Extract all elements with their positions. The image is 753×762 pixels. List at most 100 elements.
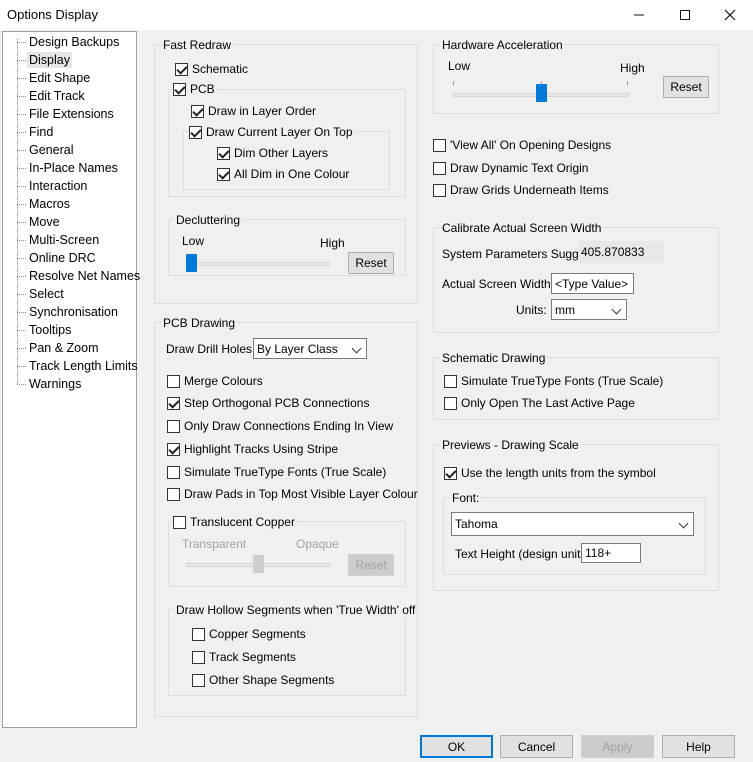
checkbox-box[interactable] <box>173 515 186 529</box>
tree-item[interactable]: Synchronisation <box>17 303 120 321</box>
highlight-tracks-checkbox[interactable]: Highlight Tracks Using Stripe <box>167 442 338 456</box>
drill-holes-value: By Layer Class <box>257 341 338 356</box>
checkbox-box[interactable] <box>192 650 205 664</box>
checkbox-box[interactable] <box>167 442 180 456</box>
tree-connector <box>17 167 26 169</box>
draw-pads-checkbox[interactable]: Draw Pads in Top Most Visible Layer Colo… <box>167 487 418 501</box>
checkbox-label: Simulate TrueType Fonts (True Scale) <box>461 374 664 388</box>
checkbox-box[interactable] <box>192 627 205 641</box>
merge-colours-checkbox[interactable]: Merge Colours <box>167 374 263 388</box>
tree-item[interactable]: Pan & Zoom <box>17 339 100 357</box>
copper-segments-checkbox[interactable]: Copper Segments <box>192 627 306 641</box>
tree-item[interactable]: Display <box>17 51 72 69</box>
tree-item[interactable]: Edit Shape <box>17 69 92 87</box>
tree-item-label: File Extensions <box>29 107 114 121</box>
tree-item[interactable]: General <box>17 141 75 159</box>
checkbox-label: Schematic <box>192 62 249 76</box>
checkbox-box[interactable] <box>433 183 446 197</box>
tree-item[interactable]: Online DRC <box>17 249 98 267</box>
track-segments-checkbox[interactable]: Track Segments <box>192 650 296 664</box>
tree-item[interactable]: Interaction <box>17 177 89 195</box>
tree-item-label: Online DRC <box>29 251 96 265</box>
text-height-value: 118+ <box>585 546 612 560</box>
tree-item[interactable]: Macros <box>17 195 72 213</box>
decluttering-slider-thumb[interactable] <box>186 254 197 272</box>
only-open-last-page-checkbox[interactable]: Only Open The Last Active Page <box>444 396 635 410</box>
checkbox-box[interactable] <box>444 374 457 388</box>
units-value: mm <box>555 302 575 317</box>
checkbox-label: Step Orthogonal PCB Connections <box>184 396 370 410</box>
tree-connector <box>17 131 26 133</box>
tree-item[interactable]: Track Length Limits <box>17 357 140 375</box>
fast-redraw-title: Fast Redraw <box>161 38 234 52</box>
font-select[interactable]: Tahoma <box>451 512 694 536</box>
only-draw-connections-checkbox[interactable]: Only Draw Connections Ending In View <box>167 419 393 433</box>
step-orthogonal-checkbox[interactable]: Step Orthogonal PCB Connections <box>167 396 369 410</box>
checkbox-box[interactable] <box>167 419 180 433</box>
checkbox-box[interactable] <box>175 62 188 76</box>
checkbox-box[interactable] <box>433 161 446 175</box>
use-length-units-checkbox[interactable]: Use the length units from the symbol <box>444 466 656 480</box>
translucent-copper-checkbox[interactable]: Translucent Copper <box>173 515 297 529</box>
checkbox-box[interactable] <box>167 487 180 501</box>
text-height-input[interactable]: 118+ <box>581 543 641 563</box>
tree-item[interactable]: Edit Track <box>17 87 87 105</box>
checkbox-box[interactable] <box>173 82 186 96</box>
dynamic-text-origin-checkbox[interactable]: Draw Dynamic Text Origin <box>433 161 588 175</box>
schematic-checkbox[interactable]: Schematic <box>175 62 248 76</box>
checkbox-box[interactable] <box>444 396 457 410</box>
hardware-slider-thumb[interactable] <box>536 84 547 102</box>
checkbox-box[interactable] <box>433 138 446 152</box>
hardware-reset-button[interactable]: Reset <box>663 76 709 98</box>
tree-connector <box>17 347 26 349</box>
tree-item-label: Edit Track <box>29 89 85 103</box>
actual-width-input[interactable]: <Type Value> <box>551 273 634 294</box>
units-label: Units: <box>516 303 547 317</box>
help-button[interactable]: Help <box>662 735 735 758</box>
ok-button[interactable]: OK <box>420 735 493 758</box>
tree-item[interactable]: Move <box>17 213 62 231</box>
units-select[interactable]: mm <box>551 299 627 320</box>
dim-other-layers-checkbox[interactable]: Dim Other Layers <box>217 146 328 160</box>
decluttering-reset-button[interactable]: Reset <box>348 252 394 274</box>
tree-connector <box>17 95 26 97</box>
checkbox-box[interactable] <box>167 374 180 388</box>
decluttering-slider-track[interactable] <box>186 262 330 266</box>
draw-current-layer-checkbox[interactable]: Draw Current Layer On Top <box>189 125 355 139</box>
checkbox-box[interactable] <box>217 167 230 181</box>
checkbox-box[interactable] <box>191 104 204 118</box>
tree-item[interactable]: Design Backups <box>17 33 121 51</box>
tree-item[interactable]: Resolve Net Names <box>17 267 142 285</box>
checkbox-box[interactable] <box>444 466 457 480</box>
simulate-truetype-sch-checkbox[interactable]: Simulate TrueType Fonts (True Scale) <box>444 374 663 388</box>
view-all-checkbox[interactable]: 'View All' On Opening Designs <box>433 138 611 152</box>
close-button[interactable] <box>707 0 753 30</box>
minimize-button[interactable] <box>616 0 662 30</box>
checkbox-box[interactable] <box>217 146 230 160</box>
checkbox-box[interactable] <box>167 396 180 410</box>
all-dim-one-colour-checkbox[interactable]: All Dim in One Colour <box>217 167 349 181</box>
minimize-icon <box>634 14 644 16</box>
maximize-button[interactable] <box>662 0 708 30</box>
cancel-button[interactable]: Cancel <box>500 735 573 758</box>
checkbox-label: Draw in Layer Order <box>208 104 317 118</box>
tree-item[interactable]: Warnings <box>17 375 83 393</box>
tree-item[interactable]: File Extensions <box>17 105 116 123</box>
tree-item[interactable]: In-Place Names <box>17 159 120 177</box>
simulate-truetype-pcb-checkbox[interactable]: Simulate TrueType Fonts (True Scale) <box>167 465 386 479</box>
tree-item[interactable]: Multi-Screen <box>17 231 101 249</box>
tree-item[interactable]: Tooltips <box>17 321 73 339</box>
draw-in-layer-order-checkbox[interactable]: Draw in Layer Order <box>191 104 316 118</box>
tree-item[interactable]: Select <box>17 285 66 303</box>
tree-connector <box>17 41 26 43</box>
checkbox-box[interactable] <box>192 673 205 687</box>
other-shape-segments-checkbox[interactable]: Other Shape Segments <box>192 673 334 687</box>
options-tree[interactable]: Design Backups Display Edit Shape Edit Trac… <box>2 31 140 728</box>
checkbox-box[interactable] <box>189 125 202 139</box>
pcb-checkbox[interactable]: PCB <box>173 82 217 96</box>
drill-holes-select[interactable]: By Layer Class <box>253 338 367 359</box>
maximize-icon <box>680 10 690 20</box>
tree-item[interactable]: Find <box>17 123 55 141</box>
grids-underneath-checkbox[interactable]: Draw Grids Underneath Items <box>433 183 609 197</box>
checkbox-box[interactable] <box>167 465 180 479</box>
